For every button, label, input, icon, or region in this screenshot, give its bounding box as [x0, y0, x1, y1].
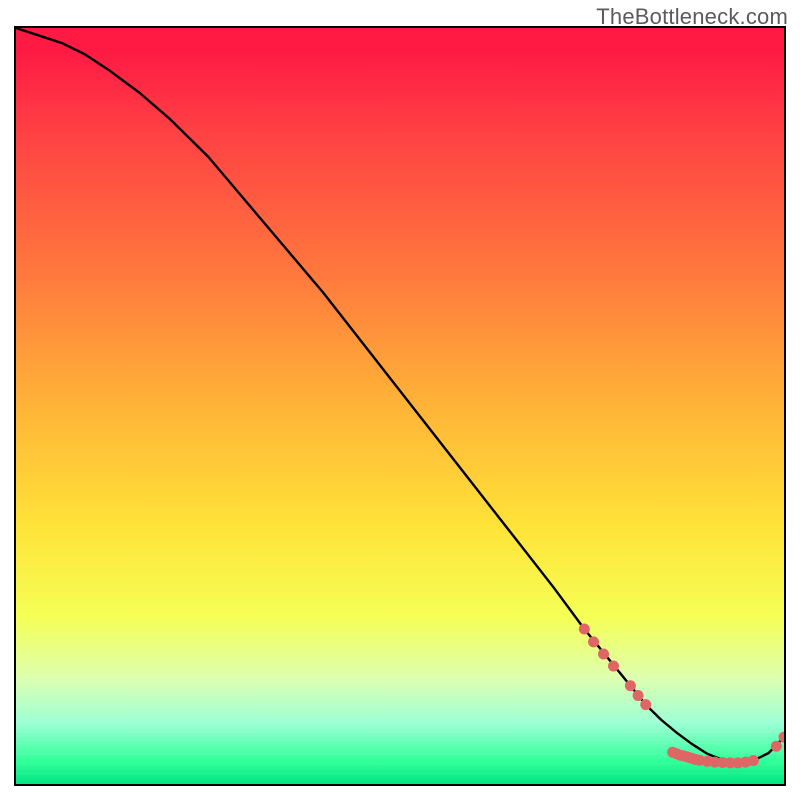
data-marker	[771, 741, 782, 752]
chart-container: TheBottleneck.com	[0, 0, 800, 800]
plot-area	[14, 26, 786, 786]
data-marker	[608, 661, 619, 672]
data-marker	[579, 624, 590, 635]
curve-svg	[16, 28, 784, 784]
data-marker	[633, 690, 644, 701]
bottleneck-curve-path	[16, 28, 784, 763]
data-marker	[598, 648, 609, 659]
watermark-text: TheBottleneck.com	[596, 4, 788, 30]
data-marker	[625, 680, 636, 691]
data-marker	[640, 699, 651, 710]
marker-group	[579, 624, 784, 769]
data-marker	[748, 755, 759, 766]
data-marker	[588, 636, 599, 647]
